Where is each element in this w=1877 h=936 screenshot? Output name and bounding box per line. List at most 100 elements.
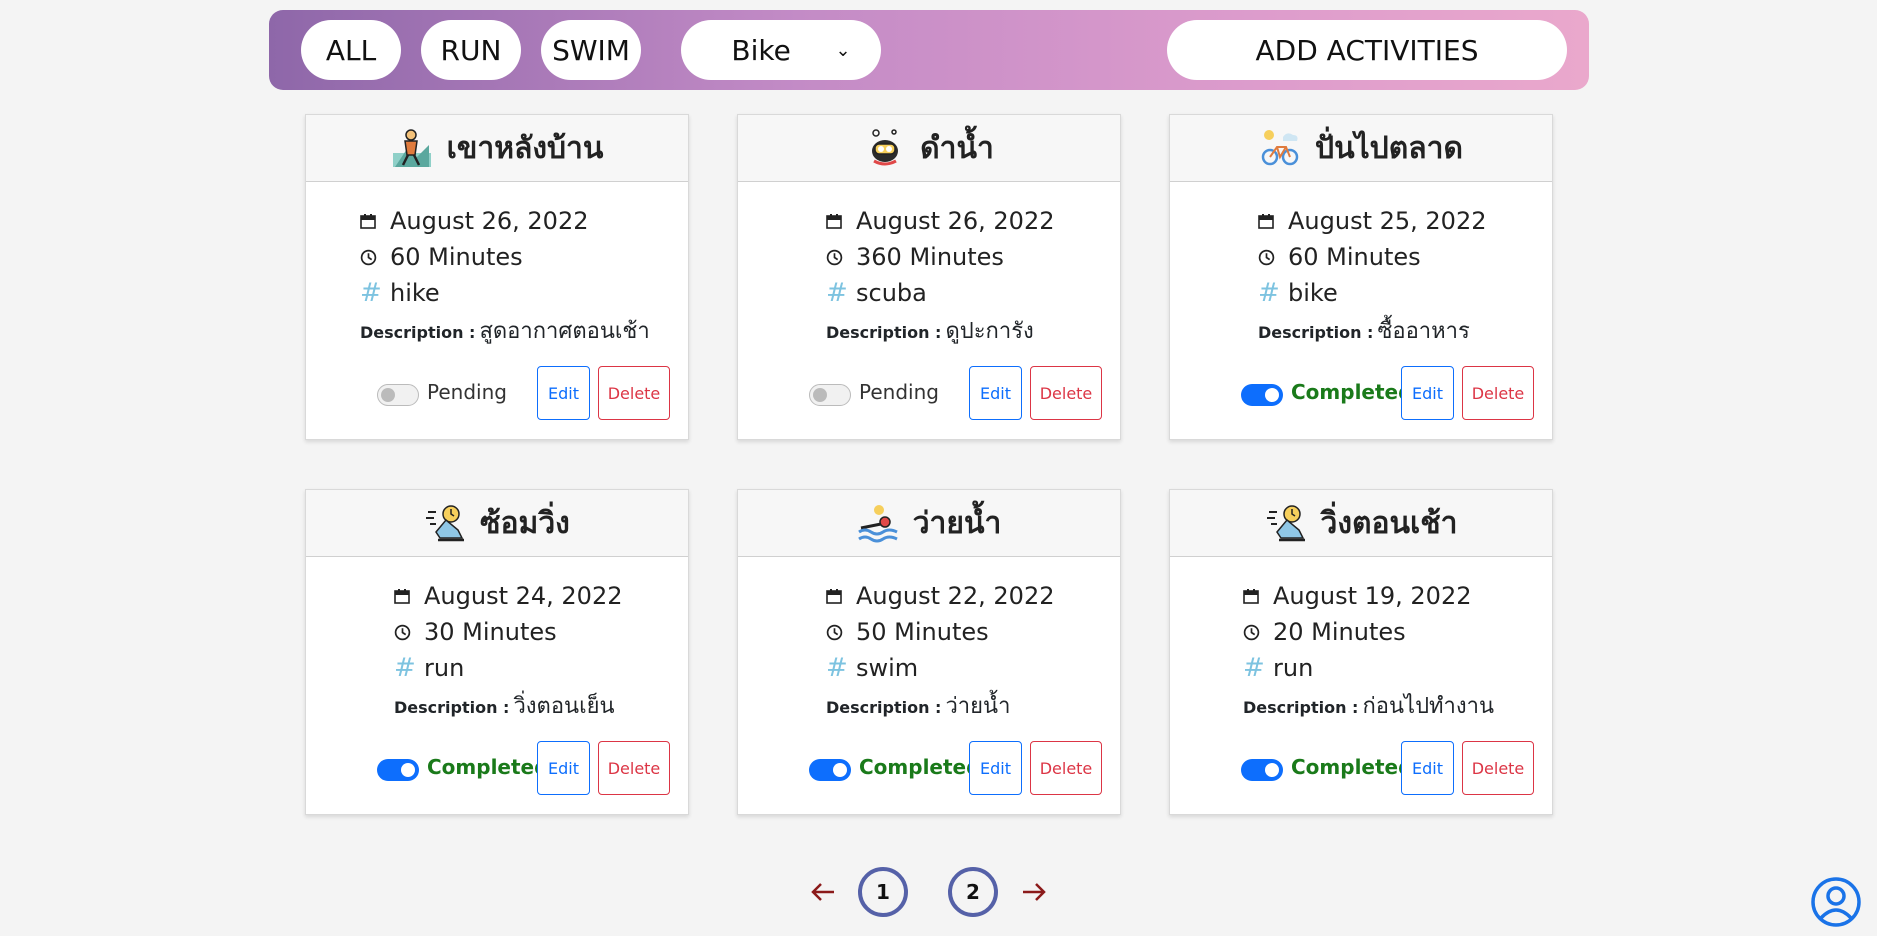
page-button-1[interactable]: 1 bbox=[858, 867, 908, 917]
card-date: August 24, 2022 bbox=[424, 582, 623, 610]
card-description: สูดอากาศตอนเช้า bbox=[479, 319, 650, 344]
swimming-icon bbox=[857, 505, 898, 543]
clock-icon bbox=[826, 624, 848, 641]
activity-card: ดำน้ำ August 26, 2022 360 Minutes # scuba… bbox=[737, 114, 1121, 440]
description-label: Description : bbox=[1243, 698, 1359, 717]
status-toggle[interactable] bbox=[809, 759, 851, 781]
card-tag: run bbox=[1273, 654, 1314, 682]
card-duration: 60 Minutes bbox=[390, 243, 523, 271]
card-header: เขาหลังบ้าน bbox=[306, 115, 688, 182]
card-header: ซ้อมวิ่ง bbox=[306, 490, 688, 557]
card-date: August 19, 2022 bbox=[1273, 582, 1472, 610]
hashtag-icon: # bbox=[360, 278, 382, 308]
card-tag: run bbox=[424, 654, 465, 682]
hashtag-icon: # bbox=[1243, 653, 1265, 683]
card-tag: scuba bbox=[856, 279, 927, 307]
delete-button[interactable]: Delete bbox=[598, 741, 670, 795]
clock-icon bbox=[1243, 624, 1265, 641]
hashtag-icon: # bbox=[1258, 278, 1280, 308]
clock-icon bbox=[394, 624, 416, 641]
filter-swim-button[interactable]: SWIM bbox=[541, 20, 641, 80]
card-title: ดำน้ำ bbox=[920, 130, 994, 166]
delete-button[interactable]: Delete bbox=[1030, 366, 1102, 420]
status-text: Completed bbox=[427, 755, 549, 779]
bike-icon bbox=[1261, 130, 1299, 166]
edit-button[interactable]: Edit bbox=[537, 366, 590, 420]
card-date: August 22, 2022 bbox=[856, 582, 1055, 610]
next-page-arrow-icon[interactable] bbox=[1019, 877, 1049, 907]
prev-page-arrow-icon[interactable] bbox=[808, 877, 838, 907]
add-activities-button[interactable]: ADD ACTIVITIES bbox=[1167, 20, 1567, 80]
card-title: เขาหลังบ้าน bbox=[446, 130, 604, 166]
filter-all-button[interactable]: ALL bbox=[301, 20, 401, 80]
delete-button[interactable]: Delete bbox=[598, 366, 670, 420]
chevron-down-icon: ⌄ bbox=[835, 39, 851, 61]
activity-card: ปั่นไปตลาด August 25, 2022 60 Minutes # b… bbox=[1169, 114, 1553, 440]
card-tag: swim bbox=[856, 654, 919, 682]
card-tag: hike bbox=[390, 279, 440, 307]
edit-button[interactable]: Edit bbox=[969, 366, 1022, 420]
edit-button[interactable]: Edit bbox=[537, 741, 590, 795]
edit-button[interactable]: Edit bbox=[969, 741, 1022, 795]
calendar-icon bbox=[826, 213, 848, 229]
status-toggle[interactable] bbox=[809, 384, 851, 406]
activity-type-select-value: Bike bbox=[731, 33, 791, 67]
status-toggle[interactable] bbox=[377, 384, 419, 406]
calendar-icon bbox=[360, 213, 382, 229]
card-description: ดูปะการัง bbox=[945, 319, 1034, 344]
edit-button[interactable]: Edit bbox=[1401, 366, 1454, 420]
card-header: ว่ายน้ำ bbox=[738, 490, 1120, 557]
clock-icon bbox=[1258, 249, 1280, 266]
description-label: Description : bbox=[826, 323, 942, 342]
edit-button[interactable]: Edit bbox=[1401, 741, 1454, 795]
activity-type-select[interactable]: Bike ⌄ bbox=[681, 20, 881, 80]
card-tag: bike bbox=[1288, 279, 1338, 307]
card-date: August 25, 2022 bbox=[1288, 207, 1487, 235]
delete-button[interactable]: Delete bbox=[1030, 741, 1102, 795]
status-toggle[interactable] bbox=[1241, 759, 1283, 781]
status-text: Completed bbox=[1291, 380, 1413, 404]
card-header: ดำน้ำ bbox=[738, 115, 1120, 182]
card-header: วิ่งตอนเช้า bbox=[1170, 490, 1552, 557]
filter-bar: ALL RUN SWIM Bike ⌄ ADD ACTIVITIES bbox=[269, 10, 1589, 90]
card-title: วิ่งตอนเช้า bbox=[1320, 505, 1458, 541]
description-label: Description : bbox=[1258, 323, 1374, 342]
card-duration: 60 Minutes bbox=[1288, 243, 1421, 271]
activity-card: ว่ายน้ำ August 22, 2022 50 Minutes # swim… bbox=[737, 489, 1121, 815]
activity-card: ซ้อมวิ่ง August 24, 2022 30 Minutes # run… bbox=[305, 489, 689, 815]
filter-run-button[interactable]: RUN bbox=[421, 20, 521, 80]
card-description: วิ่งตอนเย็น bbox=[513, 694, 615, 719]
status-text: Pending bbox=[859, 380, 939, 404]
user-profile-icon[interactable] bbox=[1810, 876, 1862, 928]
description-label: Description : bbox=[826, 698, 942, 717]
card-duration: 30 Minutes bbox=[424, 618, 557, 646]
description-label: Description : bbox=[360, 323, 476, 342]
card-date: August 26, 2022 bbox=[390, 207, 589, 235]
calendar-icon bbox=[826, 588, 848, 604]
card-title: ซ้อมวิ่ง bbox=[480, 505, 570, 541]
status-toggle[interactable] bbox=[1241, 384, 1283, 406]
card-duration: 360 Minutes bbox=[856, 243, 1004, 271]
hashtag-icon: # bbox=[394, 653, 416, 683]
running-shoe-icon bbox=[426, 505, 465, 542]
status-text: Completed bbox=[1291, 755, 1413, 779]
calendar-icon bbox=[394, 588, 416, 604]
card-description: ซื้ออาหาร bbox=[1377, 319, 1470, 344]
card-duration: 20 Minutes bbox=[1273, 618, 1406, 646]
clock-icon bbox=[826, 249, 848, 266]
calendar-icon bbox=[1243, 588, 1265, 604]
hashtag-icon: # bbox=[826, 653, 848, 683]
status-text: Completed bbox=[859, 755, 981, 779]
calendar-icon bbox=[1258, 213, 1280, 229]
status-text: Pending bbox=[427, 380, 507, 404]
delete-button[interactable]: Delete bbox=[1462, 741, 1534, 795]
status-toggle[interactable] bbox=[377, 759, 419, 781]
delete-button[interactable]: Delete bbox=[1462, 366, 1534, 420]
page-button-2[interactable]: 2 bbox=[948, 867, 998, 917]
card-title: ว่ายน้ำ bbox=[912, 505, 1002, 541]
activity-card: เขาหลังบ้าน August 26, 2022 60 Minutes #… bbox=[305, 114, 689, 440]
card-duration: 50 Minutes bbox=[856, 618, 989, 646]
clock-icon bbox=[360, 249, 382, 266]
card-title: ปั่นไปตลาด bbox=[1315, 130, 1463, 166]
hiking-icon bbox=[392, 129, 431, 167]
